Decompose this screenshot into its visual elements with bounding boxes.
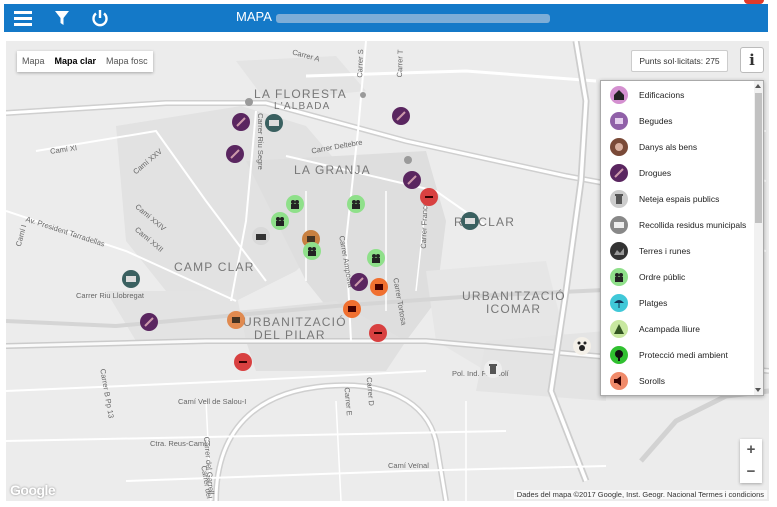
district-label: DEL PILAR: [254, 328, 326, 342]
street-label: Carrer Riu Llobregat: [76, 291, 144, 300]
map-type-option[interactable]: Mapa fosc: [101, 51, 153, 72]
noise-marker[interactable]: [370, 278, 388, 296]
map-attribution[interactable]: Dades del mapa ©2017 Google, Inst. Geogr…: [513, 490, 767, 499]
drugs-marker[interactable]: [392, 107, 410, 125]
legend-item[interactable]: Drogues: [601, 160, 671, 186]
legend-scrollbar[interactable]: [754, 81, 763, 395]
public-order-marker[interactable]: [271, 212, 289, 230]
map-type-option[interactable]: Mapa: [17, 51, 50, 72]
rubble-icon: [610, 242, 628, 260]
scroll-thumb[interactable]: [755, 93, 762, 223]
legend-item[interactable]: Platges: [601, 290, 667, 316]
drugs-marker[interactable]: [403, 171, 421, 189]
scroll-up-icon[interactable]: [755, 84, 761, 88]
legend-label: Begudes: [639, 116, 673, 126]
district-label: CAMP CLAR: [174, 260, 255, 274]
public-order-marker[interactable]: [367, 249, 385, 267]
legend-label: Acampada lliure: [639, 324, 700, 334]
legend-item[interactable]: Protecció medi ambient: [601, 342, 728, 368]
speaker-icon: [610, 372, 628, 390]
points-count: Punts sol·licitats: 275: [631, 50, 728, 72]
drugs-marker[interactable]: [350, 273, 368, 291]
street-label: Carrer Riu Segre: [255, 113, 265, 170]
map-type-option-selected[interactable]: Mapa clar: [50, 51, 102, 72]
truck-marker[interactable]: [122, 270, 140, 288]
legend-label: Ordre públic: [639, 272, 686, 282]
beach-icon: [610, 294, 628, 312]
trash-icon: [610, 190, 628, 208]
google-logo: Google: [10, 482, 56, 498]
cup-icon: [610, 112, 628, 130]
legend-label: Terres i runes: [639, 246, 691, 256]
hamburger-icon[interactable]: [12, 4, 34, 32]
public-order-marker[interactable]: [303, 242, 321, 260]
truck-marker[interactable]: [461, 212, 479, 230]
drugs-marker[interactable]: [232, 113, 250, 131]
legend-item[interactable]: Edificacions: [601, 82, 684, 108]
power-icon[interactable]: [89, 4, 111, 32]
people-icon: [610, 268, 628, 286]
legend-label: Platges: [639, 298, 668, 308]
legend-label: Drogues: [639, 168, 672, 178]
drugs-marker[interactable]: [140, 313, 158, 331]
paw-marker[interactable]: [573, 337, 591, 355]
legend-item[interactable]: Neteja espais publics: [601, 186, 719, 212]
district-label: URBANITZACIÓ: [243, 315, 347, 329]
map-type-control: Mapa Mapa clar Mapa fosc: [17, 51, 153, 72]
zoom-control: + −: [740, 439, 762, 483]
damage-icon: [610, 138, 628, 156]
damage-marker[interactable]: [227, 311, 245, 329]
zoom-in-button[interactable]: +: [740, 439, 762, 461]
redacted-title-text: [276, 14, 550, 23]
truck-icon: [610, 216, 628, 234]
page-title: MAPA: [236, 9, 272, 24]
legend-label: Sorolls: [639, 376, 665, 386]
top-bar: MAPA: [4, 4, 768, 32]
district-label: URBANITZACIÓ: [462, 289, 566, 303]
district-label: LA GRANJA: [294, 163, 371, 177]
notification-corner: [744, 0, 764, 4]
legend-item[interactable]: Recollida residus municipals: [601, 212, 746, 238]
damage-marker[interactable]: [369, 324, 387, 342]
street-label: Carrer S: [355, 49, 366, 78]
district-label: LA FLORESTA: [254, 87, 348, 101]
legend-label: Protecció medi ambient: [639, 350, 728, 360]
legend-item[interactable]: Terres i runes: [601, 238, 691, 264]
district-label: L'ALBADA: [274, 101, 331, 112]
legend-label: Edificacions: [639, 90, 685, 100]
tent-icon: [610, 320, 628, 338]
legend-panel[interactable]: Edificacions Begudes Danys als bens Drog…: [600, 80, 764, 396]
street-label: Camí Vell de Salou-I: [178, 397, 247, 406]
street-label: Camí Veïnal: [388, 461, 429, 470]
scroll-down-icon[interactable]: [755, 388, 761, 392]
legend-item[interactable]: Begudes: [601, 108, 673, 134]
crowd-marker[interactable]: [252, 227, 270, 245]
trash-marker[interactable]: [484, 360, 502, 378]
tree-icon: [610, 346, 628, 364]
public-order-marker[interactable]: [286, 195, 304, 213]
map-view[interactable]: LA FLORESTA L'ALBADA LA GRANJA CAMP CLAR…: [6, 41, 769, 501]
info-button[interactable]: i: [740, 47, 764, 73]
funnel-icon[interactable]: [52, 4, 72, 32]
legend-item[interactable]: Ordre públic: [601, 264, 685, 290]
district-label: ICOMAR: [486, 302, 542, 316]
public-order-marker[interactable]: [347, 195, 365, 213]
truck-marker[interactable]: [265, 114, 283, 132]
damage-marker[interactable]: [234, 353, 252, 371]
noise-marker[interactable]: [343, 300, 361, 318]
legend-label: Danys als bens: [639, 142, 698, 152]
syringe-icon: [610, 164, 628, 182]
legend-item[interactable]: Acampada lliure: [601, 316, 700, 342]
legend-label: Neteja espais publics: [639, 194, 720, 204]
street-label: Carrer T: [394, 49, 405, 78]
damage-marker[interactable]: [420, 188, 438, 206]
legend-label: Recollida residus municipals: [639, 220, 747, 230]
drugs-marker[interactable]: [226, 145, 244, 163]
zoom-out-button[interactable]: −: [740, 461, 762, 483]
house-icon: [610, 86, 628, 104]
legend-item[interactable]: Sorolls: [601, 368, 665, 394]
legend-item[interactable]: Danys als bens: [601, 134, 697, 160]
